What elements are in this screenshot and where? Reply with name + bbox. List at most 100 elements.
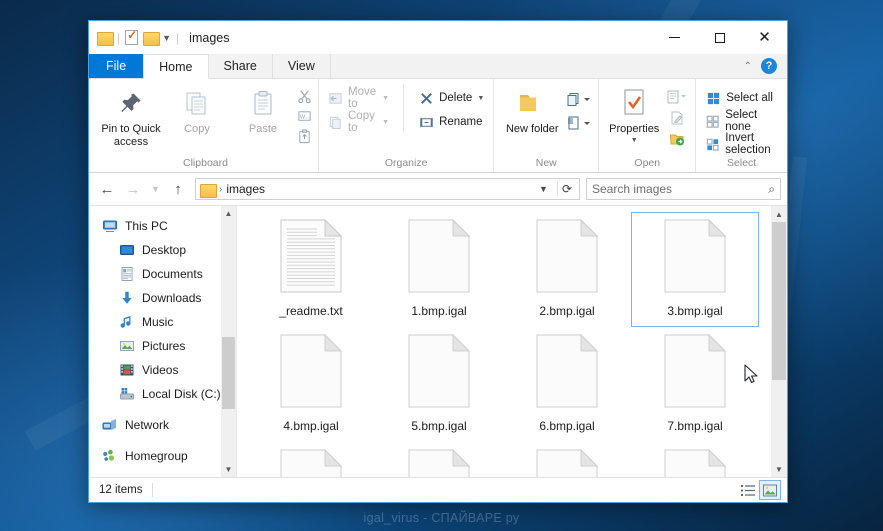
new-folder-button[interactable]: New folder bbox=[499, 84, 565, 139]
recent-locations-button[interactable]: ▼ bbox=[147, 177, 164, 201]
file-tile[interactable]: 1.bmp.igal bbox=[375, 212, 503, 327]
ribbon-group-select: Select all Select none Invert selection bbox=[696, 79, 787, 172]
navpane-scroll-track[interactable] bbox=[221, 221, 236, 462]
chevron-down-icon[interactable]: ▼ bbox=[221, 462, 236, 477]
copy-path-icon[interactable]: W… bbox=[296, 108, 313, 125]
large-icons-view-button[interactable] bbox=[759, 480, 781, 500]
sidebar-item-network[interactable]: Network bbox=[89, 413, 236, 437]
history-icon[interactable] bbox=[669, 130, 686, 147]
filepane-scroll-track[interactable] bbox=[771, 222, 787, 461]
open-with-icon[interactable] bbox=[664, 88, 690, 105]
maximize-icon bbox=[714, 32, 725, 43]
properties-icon[interactable] bbox=[125, 28, 139, 45]
generic-file-icon bbox=[408, 333, 471, 413]
search-box[interactable]: Search images ⌕ bbox=[586, 178, 781, 200]
ribbon-group-open: Properties ▼ Open bbox=[599, 79, 697, 172]
details-view-button[interactable] bbox=[737, 480, 759, 500]
chevron-up-icon[interactable]: ▲ bbox=[221, 206, 236, 221]
up-button[interactable]: ↑ bbox=[166, 177, 190, 201]
navpane-scroll-thumb[interactable] bbox=[222, 336, 235, 409]
chevron-down-icon[interactable]: ▼ bbox=[631, 137, 638, 144]
sidebar-item-videos[interactable]: Videos bbox=[89, 358, 236, 382]
cut-icon[interactable] bbox=[296, 88, 313, 105]
refresh-icon[interactable]: ⟳ bbox=[556, 182, 576, 196]
select-none-icon bbox=[705, 113, 720, 129]
copy-to-button[interactable]: Copy to ▼ bbox=[324, 110, 393, 134]
close-button[interactable]: ✕ bbox=[742, 21, 787, 54]
sidebar-item-documents[interactable]: Documents bbox=[89, 262, 236, 286]
tab-share[interactable]: Share bbox=[208, 54, 273, 78]
chevron-up-icon[interactable]: ▲ bbox=[771, 206, 787, 222]
file-tile[interactable]: 6.bmp.igal bbox=[503, 327, 631, 442]
copy-button[interactable]: Copy bbox=[164, 84, 230, 139]
new-item-icon[interactable] bbox=[565, 90, 593, 107]
filepane-scroll-thumb[interactable] bbox=[772, 222, 786, 380]
file-tile[interactable] bbox=[375, 442, 503, 477]
forward-button[interactable]: → bbox=[121, 177, 145, 201]
sidebar-item-pictures[interactable]: Pictures bbox=[89, 334, 236, 358]
paste-label: Paste bbox=[248, 123, 278, 135]
sidebar-item-downloads[interactable]: Downloads bbox=[89, 286, 236, 310]
file-name-label: 5.bmp.igal bbox=[411, 419, 467, 433]
sidebar-item-this-pc[interactable]: This PC bbox=[89, 214, 236, 238]
file-list-pane[interactable]: _readme.txt 1.bmp.igal 2.bmp.igal 3.bmp.iga… bbox=[237, 206, 787, 477]
file-tile[interactable] bbox=[631, 442, 759, 477]
invert-selection-button[interactable]: Invert selection bbox=[701, 132, 782, 156]
file-tile[interactable] bbox=[247, 442, 375, 477]
paste-shortcut-icon[interactable] bbox=[296, 128, 313, 145]
properties-label: Properties bbox=[609, 123, 660, 135]
delete-button[interactable]: Delete ▼ bbox=[414, 87, 488, 109]
paste-button[interactable]: Paste bbox=[230, 84, 296, 139]
tabstrip-spacer bbox=[330, 54, 744, 78]
address-field[interactable]: › images ▼ ⟳ bbox=[195, 178, 580, 200]
rename-label: Rename bbox=[439, 116, 483, 128]
open-group-label: Open bbox=[634, 157, 661, 169]
edit-icon[interactable] bbox=[669, 109, 686, 126]
tab-home[interactable]: Home bbox=[143, 54, 209, 79]
minimize-icon bbox=[669, 37, 680, 38]
properties-button[interactable]: Properties ▼ bbox=[604, 84, 664, 147]
generic-file-icon bbox=[664, 333, 727, 413]
folder-icon[interactable] bbox=[97, 31, 114, 46]
sidebar-item-label: Music bbox=[142, 315, 174, 329]
local-disk-icon bbox=[119, 386, 135, 402]
network-icon bbox=[102, 417, 118, 433]
title-bar[interactable]: | ▼ | images ✕ bbox=[89, 21, 787, 54]
search-input[interactable]: Search images bbox=[592, 182, 768, 196]
chevron-up-icon[interactable]: ⌃ bbox=[744, 61, 752, 72]
chevron-down-icon[interactable]: ▼ bbox=[771, 461, 787, 477]
sidebar-item-homegroup[interactable]: Homegroup bbox=[89, 444, 236, 468]
maximize-button[interactable] bbox=[697, 21, 742, 54]
move-to-button[interactable]: Move to ▼ bbox=[324, 86, 393, 110]
sidebar-item-music[interactable]: Music bbox=[89, 310, 236, 334]
ribbon-controls: ⌃ ? bbox=[743, 54, 787, 78]
pin-to-quick-access-button[interactable]: Pin to Quick access bbox=[98, 84, 164, 152]
select-all-button[interactable]: Select all bbox=[701, 87, 782, 109]
file-tile[interactable]: _readme.txt bbox=[247, 212, 375, 327]
rename-button[interactable]: Rename bbox=[414, 111, 488, 133]
filepane-scrollbar[interactable]: ▲ ▼ bbox=[771, 206, 787, 477]
chevron-down-icon[interactable]: ▼ bbox=[534, 184, 553, 194]
back-button[interactable]: ← bbox=[95, 177, 119, 201]
file-tile[interactable]: 2.bmp.igal bbox=[503, 212, 631, 327]
easy-access-icon[interactable] bbox=[565, 114, 593, 131]
sidebar-item-local-disk[interactable]: Local Disk (C:) bbox=[89, 382, 236, 406]
file-tile[interactable]: 7.bmp.igal bbox=[631, 327, 759, 442]
breadcrumb-images[interactable]: images bbox=[226, 182, 265, 196]
new-folder-icon[interactable] bbox=[143, 31, 161, 46]
file-tile[interactable]: 4.bmp.igal bbox=[247, 327, 375, 442]
select-none-button[interactable]: Select none bbox=[701, 109, 782, 133]
file-tile[interactable] bbox=[503, 442, 631, 477]
file-tile[interactable]: 5.bmp.igal bbox=[375, 327, 503, 442]
tab-file[interactable]: File bbox=[89, 54, 144, 78]
sidebar-item-desktop[interactable]: Desktop bbox=[89, 238, 236, 262]
file-tile[interactable]: 3.bmp.igal bbox=[631, 212, 759, 327]
navigation-pane: This PC Desktop Documents Downloads Musi… bbox=[89, 206, 237, 477]
tab-view[interactable]: View bbox=[272, 54, 331, 78]
select-buttons: Select all Select none Invert selection bbox=[701, 79, 782, 157]
help-button[interactable]: ? bbox=[761, 58, 777, 74]
minimize-button[interactable] bbox=[652, 21, 697, 54]
navpane-scrollbar[interactable]: ▲ ▼ bbox=[221, 206, 236, 477]
chevron-down-icon[interactable]: ▼ bbox=[162, 33, 171, 43]
properties-icon bbox=[620, 87, 648, 119]
